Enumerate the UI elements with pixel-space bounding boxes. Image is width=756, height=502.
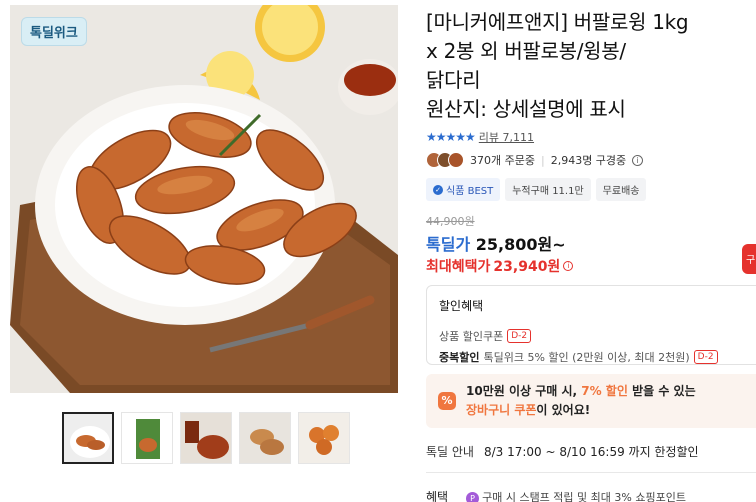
- thumbnail-package[interactable]: [121, 412, 173, 464]
- chicken-wings-photo: [10, 5, 398, 393]
- orders-count: 370개 주문중: [470, 154, 535, 167]
- original-price: 44,900원: [426, 215, 475, 228]
- cart-coupon-line-1: 10만원 이상 구매 시, 7% 할인 받을 수 있는: [466, 382, 696, 401]
- viewers-count: 2,943명 구경중: [550, 154, 627, 167]
- stacked-discount-row: 중복할인 톡딜위크 5% 할인 (2만원 이상, 최대 2천원) D-2: [439, 349, 753, 365]
- origin-text: 원산지: 상세설명에 표시: [426, 97, 626, 121]
- coupon-text: 이 있어요!: [536, 403, 591, 417]
- percent-icon: %: [438, 392, 456, 410]
- product-tags: ✓ 식품 BEST 누적구매 11.1만 무료배송: [426, 178, 647, 201]
- deal-price: 25,800원~: [475, 235, 566, 254]
- cart-coupon-banner[interactable]: % 10만원 이상 구매 시, 7% 할인 받을 수 있는 장바구니 쿠폰이 있…: [426, 374, 756, 428]
- stacked-discount-label: 중복할인: [439, 351, 480, 364]
- thumbnail-wings-plate[interactable]: [62, 412, 114, 464]
- free-shipping-tag: 무료배송: [595, 178, 647, 201]
- dday-badge: D-2: [507, 329, 532, 343]
- side-action-button[interactable]: 구: [742, 244, 756, 274]
- tag-label: 식품 BEST: [446, 186, 494, 197]
- thumbnail-wing-bites[interactable]: [298, 412, 350, 464]
- benefit-text: 구매 시 스탬프 적립 및 최대 3% 쇼핑포인트: [482, 490, 686, 502]
- deal-info-period: 8/3 17:00 ~ 8/10 16:59 까지 한정할인: [483, 445, 699, 459]
- benefit-text-wrap: P 구매 시 스탬프 적립 및 최대 3% 쇼핑포인트: [466, 489, 686, 502]
- thumbnail-strip: [62, 412, 350, 464]
- cumulative-purchase-tag: 누적구매 11.1만: [505, 178, 591, 201]
- coupon-highlight: 장바구니 쿠폰: [466, 403, 537, 417]
- rating-row: ★★★★★ 리뷰 7,111: [426, 129, 534, 145]
- social-proof-row: 370개 주문중 | 2,943명 구경중 i: [426, 152, 644, 168]
- buyer-avatars: [426, 152, 464, 168]
- deal-info-row: 톡딜 안내 8/3 17:00 ~ 8/10 16:59 까지 한정할인: [426, 443, 699, 460]
- avatar: [448, 152, 464, 168]
- product-coupon-label: 상품 할인쿠폰: [439, 330, 504, 343]
- coupon-text: 받을 수 있는: [627, 384, 696, 398]
- coupon-text: 10만원 이상 구매 시,: [466, 384, 582, 398]
- divider: |: [540, 153, 545, 167]
- product-coupon-row: 상품 할인쿠폰 D-2: [439, 328, 753, 344]
- review-count-link[interactable]: 리뷰 7,111: [479, 129, 534, 145]
- star-rating-icon: ★★★★★: [426, 130, 476, 144]
- info-icon[interactable]: i: [632, 154, 644, 166]
- max-benefit-label: 최대혜택가: [426, 259, 491, 275]
- discount-title: 할인혜택: [439, 299, 484, 313]
- coupon-highlight: 7% 할인: [581, 384, 628, 398]
- thumbnail-wings-sauce[interactable]: [180, 412, 232, 464]
- product-title: [마니커에프앤지] 버팔로윙 1kg x 2봉 외 버팔로봉/윙봉/ 닭다리 원…: [426, 8, 756, 124]
- max-benefit-price-row: 최대혜택가 23,940원 i: [426, 256, 574, 276]
- discount-benefits-box: 할인혜택 상품 할인쿠폰 D-2 중복할인 톡딜위크 5% 할인 (2만원 이상…: [426, 285, 756, 365]
- dday-badge: D-2: [693, 350, 718, 364]
- deal-price-label: 톡딜가: [426, 235, 471, 254]
- toktok-week-badge: 톡딜위크: [21, 17, 87, 46]
- point-icon: P: [466, 491, 480, 502]
- deal-info-label: 톡딜 안내: [426, 445, 474, 459]
- benefit-row: 혜택 P 구매 시 스탬프 적립 및 최대 3% 쇼핑포인트: [426, 488, 686, 502]
- thumbnail-drumsticks[interactable]: [239, 412, 291, 464]
- info-icon[interactable]: i: [563, 261, 574, 271]
- max-benefit-price: 23,940원: [493, 259, 561, 275]
- deal-price-row: 톡딜가 25,800원~: [426, 231, 566, 255]
- stacked-discount-text: 톡딜위크 5% 할인 (2만원 이상, 최대 2천원): [483, 351, 690, 364]
- benefit-label: 혜택: [426, 490, 449, 502]
- cart-coupon-line-2: 장바구니 쿠폰이 있어요!: [466, 401, 696, 420]
- product-title-line-3: 닭다리: [426, 68, 481, 92]
- product-main-image[interactable]: 톡딜위크: [10, 5, 398, 393]
- product-title-line-1: [마니커에프앤지] 버팔로윙 1kg: [426, 10, 689, 34]
- cart-coupon-text: 10만원 이상 구매 시, 7% 할인 받을 수 있는 장바구니 쿠폰이 있어요…: [466, 382, 696, 420]
- divider: [426, 472, 756, 473]
- product-title-line-2: x 2봉 외 버팔로봉/윙봉/: [426, 39, 626, 63]
- best-badge-icon: ✓: [433, 184, 443, 195]
- food-best-tag[interactable]: ✓ 식품 BEST: [426, 178, 501, 201]
